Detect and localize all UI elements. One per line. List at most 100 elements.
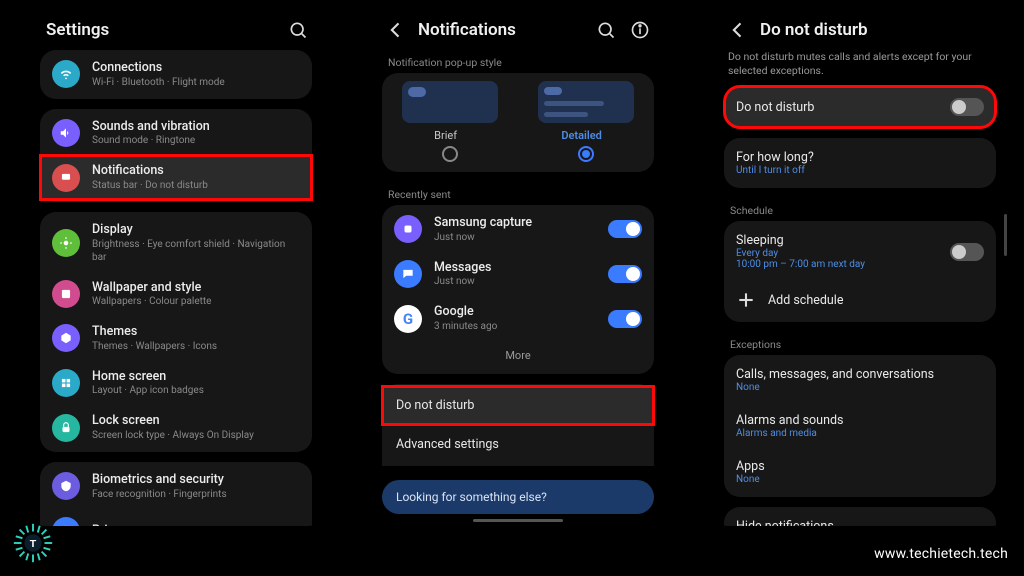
dnd-title: Do not disturb xyxy=(760,20,868,40)
settings-group-2: Sounds and vibration Sound mode · Ringto… xyxy=(40,109,312,202)
label: Sleeping xyxy=(736,233,865,248)
for-how-long-row[interactable]: For how long? Until I turn it off xyxy=(724,140,996,186)
notifications-header: Notifications xyxy=(382,14,654,50)
app-name: Google xyxy=(434,304,608,320)
settings-item-privacy[interactable]: Privacy xyxy=(40,509,312,526)
app-time: Just now xyxy=(434,275,608,288)
back-icon[interactable] xyxy=(386,20,406,40)
item-title: Privacy xyxy=(92,523,300,526)
apps-row[interactable]: Apps None xyxy=(724,449,996,495)
back-icon[interactable] xyxy=(728,20,748,40)
label: Alarms and sounds xyxy=(736,413,843,428)
exceptions-card: Calls, messages, and conversations None … xyxy=(724,355,996,497)
detailed-tile[interactable] xyxy=(538,81,634,123)
value: None xyxy=(736,382,934,393)
label: For how long? xyxy=(736,150,814,165)
hide-notifications-card: Hide notifications xyxy=(724,507,996,526)
app-toggle[interactable] xyxy=(608,310,642,328)
home-indicator[interactable] xyxy=(473,519,563,522)
dnd-description: Do not disturb mutes calls and alerts ex… xyxy=(724,50,996,86)
dnd-header: Do not disturb xyxy=(724,14,996,50)
days: Every day xyxy=(736,248,865,259)
search-suggestion[interactable]: Looking for something else? xyxy=(382,480,654,514)
item-sub: Wi-Fi · Bluetooth · Flight mode xyxy=(92,76,300,89)
settings-group-1: Connections Wi-Fi · Bluetooth · Flight m… xyxy=(40,50,312,99)
item-title: Display xyxy=(92,222,300,238)
settings-item-display[interactable]: Display Brightness · Eye comfort shield … xyxy=(40,214,312,272)
exceptions-label: Exceptions xyxy=(724,332,996,355)
value: Alarms and media xyxy=(736,428,843,439)
dnd-toggle[interactable] xyxy=(950,98,984,116)
item-sub: Status bar · Do not disturb xyxy=(92,179,300,192)
more-link[interactable]: More xyxy=(382,341,654,372)
settings-item-themes[interactable]: Themes Themes · Wallpapers · Icons xyxy=(40,316,312,361)
app-name: Messages xyxy=(434,260,608,276)
app-toggle[interactable] xyxy=(608,220,642,238)
item-title: Sounds and vibration xyxy=(92,119,300,135)
item-title: Biometrics and security xyxy=(92,472,300,488)
label: Calls, messages, and conversations xyxy=(736,367,934,382)
recent-app-google[interactable]: G Google 3 minutes ago xyxy=(382,296,654,341)
item-sub: Wallpapers · Colour palette xyxy=(92,295,300,308)
dnd-master-toggle-row[interactable]: Do not disturb xyxy=(724,88,996,126)
brief-label: Brief xyxy=(434,129,457,142)
item-sub: Layout · App icon badges xyxy=(92,384,300,397)
label: Hide notifications xyxy=(736,519,834,526)
item-title: Lock screen xyxy=(92,413,300,429)
dnd-screen: Do not disturb Do not disturb mutes call… xyxy=(710,6,1010,526)
item-sub: Face recognition · Fingerprints xyxy=(92,488,300,501)
search-icon[interactable] xyxy=(288,20,308,40)
item-title: Themes xyxy=(92,324,300,340)
hide-notifications-row[interactable]: Hide notifications xyxy=(724,509,996,526)
app-time: Just now xyxy=(434,231,608,244)
settings-group-4: Biometrics and security Face recognition… xyxy=(40,462,312,526)
settings-item-sounds[interactable]: Sounds and vibration Sound mode · Ringto… xyxy=(40,111,312,156)
schedule-label: Schedule xyxy=(724,198,996,221)
sleeping-schedule-row[interactable]: Sleeping Every day 10:00 pm – 7:00 am ne… xyxy=(724,223,996,280)
value: None xyxy=(736,474,765,485)
label: Apps xyxy=(736,459,765,474)
settings-item-biometrics[interactable]: Biometrics and security Face recognition… xyxy=(40,464,312,509)
detailed-radio[interactable] xyxy=(578,146,594,162)
detailed-label: Detailed xyxy=(561,129,602,142)
settings-item-homescreen[interactable]: Home screen Layout · App icon badges xyxy=(40,361,312,406)
advanced-settings-row[interactable]: Advanced settings xyxy=(382,425,654,464)
time: 10:00 pm – 7:00 am next day xyxy=(736,259,865,270)
item-sub: Screen lock type · Always On Display xyxy=(92,429,300,442)
sleeping-toggle[interactable] xyxy=(950,243,984,261)
info-icon[interactable] xyxy=(630,20,650,40)
app-toggle[interactable] xyxy=(608,265,642,283)
item-title: Notifications xyxy=(92,163,300,179)
item-title: Home screen xyxy=(92,369,300,385)
plus-icon xyxy=(736,290,756,310)
dnd-advanced-card: Do not disturb Advanced settings xyxy=(382,384,654,466)
site-logo-icon: T xyxy=(10,520,56,566)
popup-style-card: Brief Detailed xyxy=(382,73,654,172)
settings-header: Settings xyxy=(40,14,312,50)
alarms-row[interactable]: Alarms and sounds Alarms and media xyxy=(724,403,996,449)
recently-sent-card: Samsung capture Just now Messages Just n… xyxy=(382,205,654,374)
settings-item-lockscreen[interactable]: Lock screen Screen lock type · Always On… xyxy=(40,405,312,450)
add-schedule-row[interactable]: Add schedule xyxy=(724,280,996,320)
app-time: 3 minutes ago xyxy=(434,320,608,333)
value: Until I turn it off xyxy=(736,165,814,176)
scrollbar[interactable] xyxy=(1004,214,1007,256)
brief-radio[interactable] xyxy=(442,146,458,162)
toggle-label: Do not disturb xyxy=(736,100,814,115)
settings-group-3: Display Brightness · Eye comfort shield … xyxy=(40,212,312,452)
for-how-long-card: For how long? Until I turn it off xyxy=(724,138,996,188)
item-sub: Brightness · Eye comfort shield · Naviga… xyxy=(92,238,300,264)
brief-tile[interactable] xyxy=(402,81,498,123)
recent-app-samsung-capture[interactable]: Samsung capture Just now xyxy=(382,207,654,252)
item-title: Wallpaper and style xyxy=(92,280,300,296)
settings-screen: Settings Connections Wi-Fi · Bluetooth ·… xyxy=(26,6,326,526)
calls-row[interactable]: Calls, messages, and conversations None xyxy=(724,357,996,403)
recent-app-messages[interactable]: Messages Just now xyxy=(382,252,654,297)
label: Add schedule xyxy=(768,293,843,308)
do-not-disturb-row[interactable]: Do not disturb xyxy=(382,386,654,425)
search-icon[interactable] xyxy=(596,20,616,40)
settings-title: Settings xyxy=(46,20,109,40)
settings-item-connections[interactable]: Connections Wi-Fi · Bluetooth · Flight m… xyxy=(40,52,312,97)
settings-item-wallpaper[interactable]: Wallpaper and style Wallpapers · Colour … xyxy=(40,272,312,317)
settings-item-notifications[interactable]: Notifications Status bar · Do not distur… xyxy=(40,155,312,200)
